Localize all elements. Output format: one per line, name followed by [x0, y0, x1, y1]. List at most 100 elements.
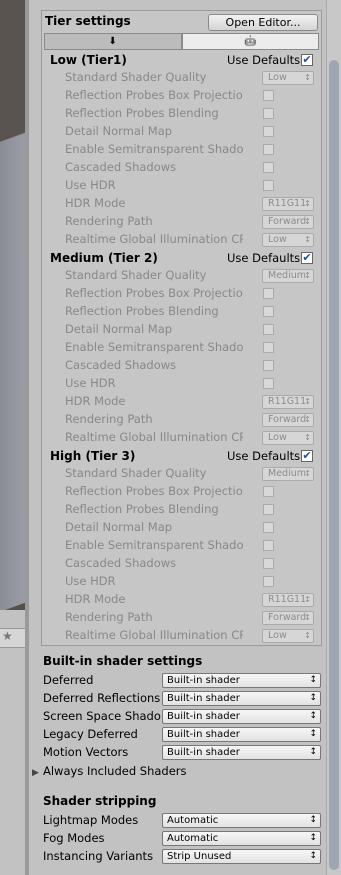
stripping-field-label: Fog Modes [43, 831, 105, 845]
rendering-path-label: Rendering Path [65, 412, 153, 426]
builtin-shader-dropdown[interactable]: Built-in shader [162, 709, 321, 724]
hdr-mode-label: HDR Mode [65, 394, 126, 408]
use-defaults-label: Use Defaults [227, 449, 301, 463]
reflection-probes-box-projection-label: Reflection Probes Box Projection [65, 484, 243, 498]
open-editor-button[interactable]: Open Editor... [208, 14, 318, 31]
reflection-probes-blending-checkbox[interactable] [263, 108, 274, 119]
reflection-probes-box-projection-checkbox[interactable] [263, 486, 274, 497]
tab-android[interactable]: 🤖 [181, 33, 319, 50]
tab-standalone[interactable]: ⬇ [44, 33, 182, 50]
reflection-probes-blending-label: Reflection Probes Blending [65, 106, 219, 120]
builtin-shader-dropdown[interactable]: Built-in shader [162, 673, 321, 688]
reflection-probes-box-projection-label: Reflection Probes Box Projection [65, 88, 243, 102]
realtime-gi-cpu-usage-label: Realtime Global Illumination CPU Usage [65, 430, 243, 444]
realtime-gi-cpu-usage-label: Realtime Global Illumination CPU Usage [65, 628, 243, 642]
builtin-field-label: Legacy Deferred [43, 727, 138, 741]
reflection-probes-box-projection-checkbox[interactable] [263, 90, 274, 101]
foldout-arrow-icon: ▶ [32, 768, 39, 778]
detail-normal-map-label: Detail Normal Map [65, 322, 173, 336]
rendering-path-dropdown[interactable]: Forward [262, 215, 314, 229]
rendering-path-label: Rendering Path [65, 610, 153, 624]
use-defaults-checkbox[interactable]: ✔ [301, 450, 313, 462]
standard-shader-quality-dropdown[interactable]: Low [262, 71, 314, 85]
use-defaults-label: Use Defaults [227, 251, 301, 265]
enable-semitransparent-shadows-label: Enable Semitransparent Shadows [65, 538, 243, 552]
reflection-probes-box-projection-label: Reflection Probes Box Projection [65, 286, 243, 300]
realtime-gi-cpu-usage-dropdown[interactable]: Low [262, 233, 314, 247]
builtin-field-label: Deferred [43, 673, 94, 687]
cascaded-shadows-label: Cascaded Shadows [65, 358, 177, 372]
use-hdr-checkbox[interactable] [263, 180, 274, 191]
cascaded-shadows-checkbox[interactable] [263, 360, 274, 371]
use-hdr-checkbox[interactable] [263, 576, 274, 587]
reflection-probes-box-projection-checkbox[interactable] [263, 288, 274, 299]
builtin-shader-dropdown[interactable]: Built-in shader [162, 745, 321, 760]
builtin-field-label: Deferred Reflections [43, 691, 161, 705]
tier-title: High (Tier 3) [50, 449, 136, 463]
scene-background [0, 0, 25, 150]
builtin-shader-settings-title: Built-in shader settings [43, 654, 203, 668]
stripping-dropdown[interactable]: Strip Unused [162, 849, 321, 864]
use-hdr-label: Use HDR [65, 376, 116, 390]
tier-title: Low (Tier1) [50, 53, 127, 67]
standard-shader-quality-label: Standard Shader Quality [65, 466, 207, 480]
enable-semitransparent-shadows-checkbox[interactable] [263, 342, 274, 353]
realtime-gi-cpu-usage-dropdown[interactable]: Low [262, 629, 314, 643]
reflection-probes-blending-checkbox[interactable] [263, 504, 274, 515]
cascaded-shadows-label: Cascaded Shadows [65, 160, 177, 174]
detail-normal-map-label: Detail Normal Map [65, 520, 173, 534]
detail-normal-map-checkbox[interactable] [263, 522, 274, 533]
star-icon[interactable]: ★ [2, 629, 13, 643]
stripping-field-label: Lightmap Modes [43, 813, 139, 827]
enable-semitransparent-shadows-label: Enable Semitransparent Shadows [65, 142, 243, 156]
inspector-scrollbar[interactable] [326, 0, 341, 875]
standard-shader-quality-dropdown[interactable]: Medium [262, 467, 314, 481]
rendering-path-dropdown[interactable]: Forward [262, 611, 314, 625]
enable-semitransparent-shadows-checkbox[interactable] [263, 540, 274, 551]
download-arrow-icon: ⬇ [108, 36, 117, 47]
use-hdr-checkbox[interactable] [263, 378, 274, 389]
hdr-mode-label: HDR Mode [65, 592, 126, 606]
builtin-shader-dropdown[interactable]: Built-in shader [162, 727, 321, 742]
stripping-dropdown[interactable]: Automatic [162, 831, 321, 846]
always-included-shaders-foldout[interactable]: ▶ Always Included Shaders [32, 764, 187, 778]
use-hdr-label: Use HDR [65, 178, 116, 192]
detail-normal-map-checkbox[interactable] [263, 324, 274, 335]
detail-normal-map-checkbox[interactable] [263, 126, 274, 137]
hdr-mode-dropdown[interactable]: R11G11 [262, 593, 314, 607]
use-defaults-label: Use Defaults [227, 53, 301, 67]
reflection-probes-blending-label: Reflection Probes Blending [65, 304, 219, 318]
builtin-field-label: Motion Vectors [43, 745, 129, 759]
rendering-path-label: Rendering Path [65, 214, 153, 228]
standard-shader-quality-label: Standard Shader Quality [65, 70, 207, 84]
cascaded-shadows-label: Cascaded Shadows [65, 556, 177, 570]
tier-title: Medium (Tier 2) [50, 251, 158, 265]
tier-settings-title: Tier settings [45, 14, 131, 28]
platform-tabs: ⬇ 🤖 [44, 33, 319, 50]
reflection-probes-blending-checkbox[interactable] [263, 306, 274, 317]
realtime-gi-cpu-usage-label: Realtime Global Illumination CPU Usage [65, 232, 243, 246]
scene-cube [0, 130, 25, 610]
rendering-path-dropdown[interactable]: Forward [262, 413, 314, 427]
realtime-gi-cpu-usage-dropdown[interactable]: Low [262, 431, 314, 445]
cascaded-shadows-checkbox[interactable] [263, 162, 274, 173]
scrollbar-thumb[interactable] [329, 60, 339, 870]
stripping-dropdown[interactable]: Automatic [162, 813, 321, 828]
standard-shader-quality-label: Standard Shader Quality [65, 268, 207, 282]
stripping-field-label: Instancing Variants [43, 849, 154, 863]
panel-divider[interactable] [25, 0, 29, 875]
hdr-mode-dropdown[interactable]: R11G11 [262, 197, 314, 211]
scene-view [0, 0, 25, 610]
builtin-shader-dropdown[interactable]: Built-in shader [162, 691, 321, 706]
enable-semitransparent-shadows-label: Enable Semitransparent Shadows [65, 340, 243, 354]
always-included-shaders-label: Always Included Shaders [43, 764, 187, 778]
hdr-mode-label: HDR Mode [65, 196, 126, 210]
hdr-mode-dropdown[interactable]: R11G11 [262, 395, 314, 409]
standard-shader-quality-dropdown[interactable]: Medium [262, 269, 314, 283]
enable-semitransparent-shadows-checkbox[interactable] [263, 144, 274, 155]
use-defaults-checkbox[interactable]: ✔ [301, 54, 313, 66]
use-hdr-label: Use HDR [65, 574, 116, 588]
use-defaults-checkbox[interactable]: ✔ [301, 252, 313, 264]
builtin-field-label: Screen Space Shadows [43, 709, 161, 723]
cascaded-shadows-checkbox[interactable] [263, 558, 274, 569]
